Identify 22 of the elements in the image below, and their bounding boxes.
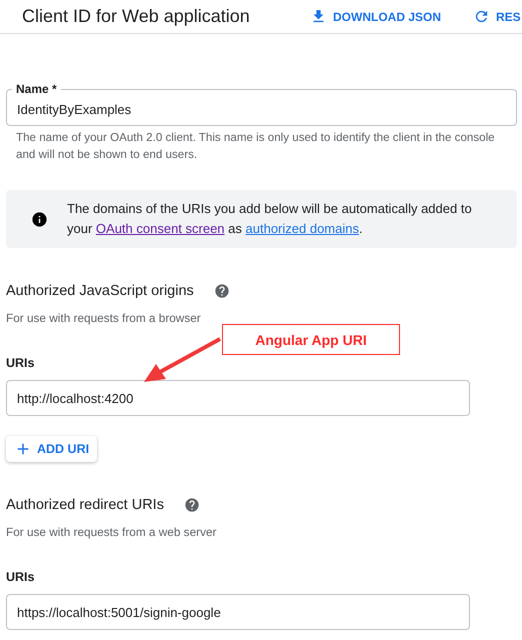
- field-label: Name *: [12, 82, 61, 96]
- text-link[interactable]: OAuth consent screen: [96, 221, 225, 236]
- field-label: URIs: [6, 356, 36, 371]
- section-heading: Authorized JavaScript origins: [6, 282, 194, 300]
- uri-field[interactable]: https://localhost:5001/signin-google: [6, 594, 470, 630]
- download-json-button[interactable]: DOWNLOAD JSON: [310, 8, 441, 25]
- add-uri-button[interactable]: ADD URI: [6, 436, 98, 462]
- help-icon[interactable]: [214, 283, 230, 299]
- help-icon[interactable]: [184, 497, 200, 513]
- uri-field[interactable]: http://localhost:4200: [6, 380, 470, 416]
- text-link[interactable]: authorized domains: [246, 221, 359, 236]
- annotation-label: Angular App URI: [222, 324, 400, 355]
- section-description: For use with requests from a browser: [6, 311, 202, 326]
- section-description: For use with requests from a web server: [6, 525, 218, 540]
- field-label: URIs: [6, 570, 36, 585]
- info-icon: [31, 210, 48, 228]
- page-title: Client ID for Web application: [22, 6, 251, 27]
- helper-text: The name of your OAuth 2.0 client. This name is only used to identify the client in the console and will not be shown to end users.: [16, 130, 496, 163]
- info-text: The domains of the URIs you add below will be automatically added to your OAuth consent screen as authorized domains.: [67, 200, 473, 238]
- refresh-icon: [473, 8, 490, 25]
- section-heading: Authorized redirect URIs: [6, 496, 164, 514]
- reset-button[interactable]: RES: [473, 8, 521, 25]
